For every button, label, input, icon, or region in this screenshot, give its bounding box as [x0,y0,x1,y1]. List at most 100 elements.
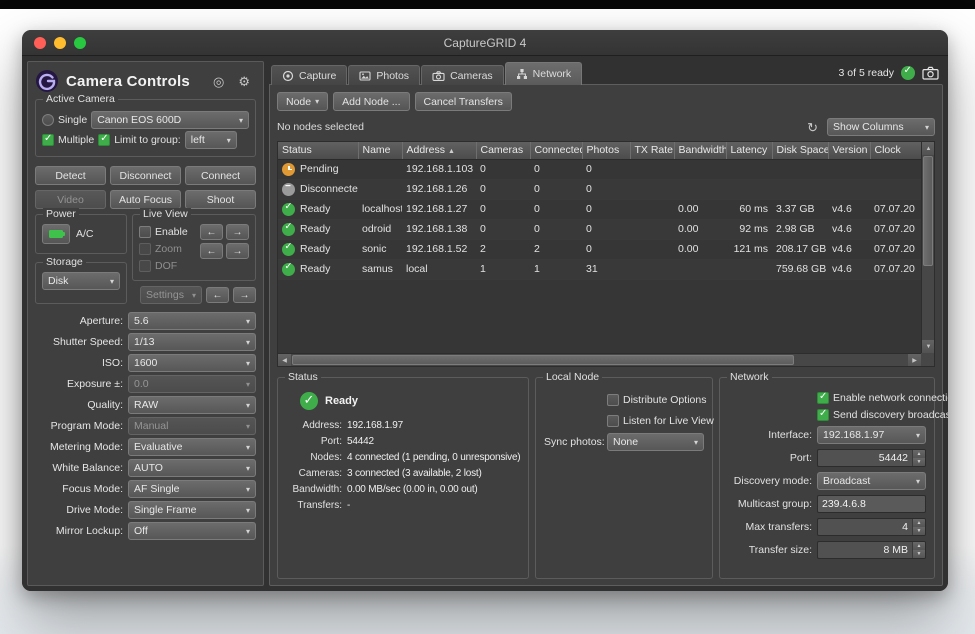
add-node-button[interactable]: Add Node ... [333,92,409,111]
camera-setting-dropdown[interactable]: 1600 [128,354,256,372]
live-view-prev-button[interactable] [200,224,223,240]
camera-setting-dropdown[interactable]: AUTO [128,459,256,477]
auto-focus-button[interactable]: Auto Focus [110,190,181,209]
group-dropdown[interactable]: left [185,131,237,149]
tab-bar: Capture Photos Cameras [269,61,943,85]
limit-to-group-checkbox[interactable] [98,134,110,146]
column-header[interactable]: Latency [726,142,772,159]
scroll-up-icon[interactable] [922,142,935,155]
column-header[interactable]: TX Rate [630,142,674,159]
spin-down-icon[interactable] [913,458,925,466]
interface-dropdown[interactable]: 192.168.1.97 [817,426,926,444]
cancel-transfers-button[interactable]: Cancel Transfers [415,92,512,111]
camera-setting-row: Drive Mode: Single Frame [35,501,256,518]
close-button[interactable] [34,37,46,49]
spin-down-icon[interactable] [913,527,925,535]
status-icon [282,243,295,256]
node-row[interactable]: Pending 192.168.1.103 0 0 0 [278,159,921,179]
live-view-dof-checkbox[interactable] [139,260,151,272]
spin-up-icon[interactable] [913,519,925,527]
enable-network-checkbox[interactable] [817,392,829,404]
crosshair-icon[interactable]: ◎ [213,75,224,88]
column-header[interactable]: Connected [530,142,582,159]
focus-step-left-button[interactable] [206,287,229,303]
column-header[interactable]: Clock [870,142,921,159]
listen-live-view-checkbox[interactable] [607,415,619,427]
tab-photos[interactable]: Photos [348,65,420,85]
tab-capture[interactable]: Capture [271,65,347,85]
vertical-scrollbar[interactable] [921,142,934,353]
horizontal-scroll-thumb[interactable] [292,355,794,365]
zoom-next-button[interactable] [226,243,249,259]
zoom-button[interactable] [74,37,86,49]
send-discovery-checkbox[interactable] [817,409,829,421]
battery-power-button[interactable] [42,224,70,244]
horizontal-scrollbar[interactable] [278,353,921,366]
node-row[interactable]: Ready sonic 192.168.1.52 2 2 0 0.00 121 [278,239,921,259]
storage-disk-dropdown[interactable]: Disk [42,272,120,290]
tab-network[interactable]: Network [505,62,583,85]
photos-icon [359,70,371,82]
spin-up-icon[interactable] [913,542,925,550]
chevron-down-icon [242,504,250,516]
spin-up-icon[interactable] [913,450,925,458]
node-state: Ready [325,395,358,407]
camera-icon[interactable] [922,66,939,80]
minimize-button[interactable] [54,37,66,49]
column-header[interactable]: Status [278,142,358,159]
live-view-settings-dropdown[interactable]: Settings [140,286,202,304]
disconnect-button[interactable]: Disconnect [110,166,181,185]
shoot-button[interactable]: Shoot [185,190,256,209]
max-transfers-spinner[interactable]: 4 [817,518,926,536]
multiple-checkbox[interactable] [42,134,54,146]
gear-icon[interactable]: ⚙ [238,75,250,88]
single-radio[interactable] [42,114,54,126]
focus-step-right-button[interactable] [233,287,256,303]
scroll-down-icon[interactable] [922,340,935,353]
camera-setting-dropdown[interactable]: RAW [128,396,256,414]
tab-cameras[interactable]: Cameras [421,65,504,85]
vertical-scroll-thumb[interactable] [923,156,933,266]
video-button[interactable]: Video [35,190,106,209]
column-header[interactable]: Bandwidth [674,142,726,159]
camera-setting-dropdown[interactable]: 0.0 [128,375,256,393]
status-icon [282,183,295,196]
distribute-options-checkbox[interactable] [607,394,619,406]
camera-setting-dropdown[interactable]: Manual [128,417,256,435]
scroll-left-icon[interactable] [278,354,291,367]
live-view-enable-checkbox[interactable] [139,226,151,238]
column-header[interactable]: Disk Space [772,142,828,159]
camera-setting-dropdown[interactable]: Off [128,522,256,540]
connect-button[interactable]: Connect [185,166,256,185]
node-menu-button[interactable]: Node [277,92,328,111]
camera-setting-dropdown[interactable]: Single Frame [128,501,256,519]
titlebar[interactable]: CaptureGRID 4 [22,30,948,56]
column-header[interactable]: Address▲ [402,142,476,159]
camera-setting-dropdown[interactable]: 5.6 [128,312,256,330]
column-header[interactable]: Name [358,142,402,159]
column-header[interactable]: Photos [582,142,630,159]
camera-setting-dropdown[interactable]: 1/13 [128,333,256,351]
port-spinner[interactable]: 54442 [817,449,926,467]
node-row[interactable]: Ready samus local 1 1 31 [278,259,921,279]
column-header[interactable]: Cameras [476,142,530,159]
node-row[interactable]: Disconnected 192.168.1.26 0 0 0 [278,179,921,199]
node-row[interactable]: Ready odroid 192.168.1.38 0 0 0 0.00 92 [278,219,921,239]
column-header[interactable]: Version [828,142,870,159]
detect-button[interactable]: Detect [35,166,106,185]
sync-photos-dropdown[interactable]: None [607,433,704,451]
transfer-size-spinner[interactable]: 8 MB [817,541,926,559]
spin-down-icon[interactable] [913,550,925,558]
scroll-right-icon[interactable] [908,354,921,367]
live-view-next-button[interactable] [226,224,249,240]
multicast-group-input[interactable]: 239.4.6.8 [817,495,926,513]
camera-setting-dropdown[interactable]: Evaluative [128,438,256,456]
zoom-prev-button[interactable] [200,243,223,259]
refresh-icon[interactable] [805,121,820,134]
show-columns-dropdown[interactable]: Show Columns [827,118,935,136]
node-row[interactable]: Ready localhost 192.168.1.27 0 0 0 0.00 [278,199,921,219]
camera-model-dropdown[interactable]: Canon EOS 600D [91,111,249,129]
discovery-mode-dropdown[interactable]: Broadcast [817,472,926,490]
live-view-zoom-checkbox[interactable] [139,243,151,255]
camera-setting-dropdown[interactable]: AF Single [128,480,256,498]
